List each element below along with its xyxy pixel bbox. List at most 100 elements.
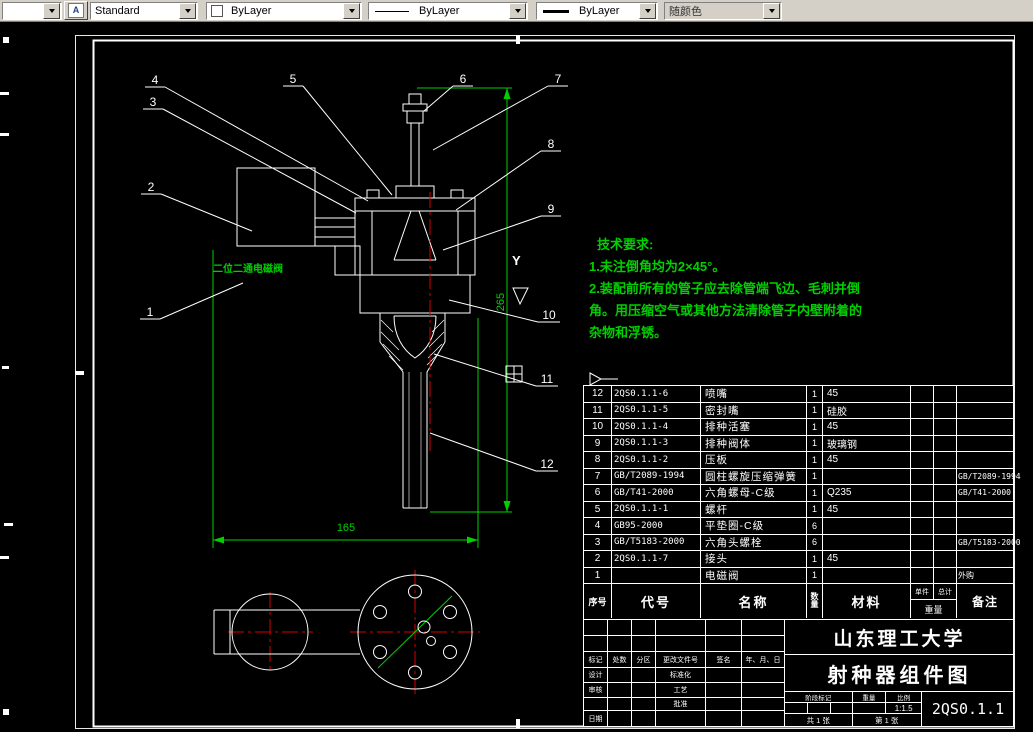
color-combo[interactable]: ByLayer [206, 2, 362, 20]
title-block: 标记 处数 分区 更改文件号 签名 年、月、日 设计 标准化 审核 工艺 批准 … [583, 620, 1014, 727]
bom-cell-unit [911, 551, 934, 567]
tech-req-line: 2.装配前所有的管子应去除管端飞边、毛刺并倒 [589, 281, 860, 296]
solenoid-valve-label: 二位二通电磁阀 [213, 264, 283, 275]
bom-cell-material: 45 [823, 551, 911, 567]
bom-cell-qty: 1 [807, 402, 823, 418]
bom-cell-name: 排种活塞 [701, 419, 807, 435]
bom-cell-material [823, 468, 911, 484]
bom-cell-code: GB/T2089-1994 [612, 468, 701, 484]
chevron-down-icon[interactable] [509, 3, 526, 19]
bom-cell-unit [911, 468, 934, 484]
bom-cell-qty: 1 [807, 501, 823, 517]
tb-label-sign: 签名 [706, 652, 742, 667]
bom-cell-material: 45 [823, 452, 911, 468]
tech-req-line: 角。用压缩空气或其他方法清除管子内壁附着的 [589, 303, 863, 318]
bom-cell-remark: GB/T2089-1994 [958, 471, 1021, 481]
chevron-down-icon[interactable] [639, 3, 656, 19]
bom-cell-unit [911, 501, 934, 517]
bom-row: 9 2QS0.1.1-3 排种阀体 1 玻璃钢 [584, 435, 1013, 452]
lineweight-value: ByLayer [579, 5, 620, 17]
chevron-down-icon[interactable] [343, 3, 360, 19]
text-style-icon: A [68, 3, 84, 18]
layer-combo[interactable] [2, 2, 62, 20]
chevron-down-icon[interactable] [179, 3, 196, 19]
tb-label-design: 设计 [584, 668, 608, 682]
tb-label-process: 工艺 [656, 683, 706, 697]
bom-cell-remark [957, 386, 1013, 402]
bom-cell-unit [911, 452, 934, 468]
bom-cell-remark [957, 518, 1013, 534]
chevron-down-icon [763, 3, 780, 19]
bom-cell-no: 7 [584, 468, 612, 484]
bom-row: 8 2QS0.1.1-2 压板 1 45 [584, 452, 1013, 469]
bom-cell-unit [911, 567, 934, 583]
bom-cell-code: 2QS0.1.1-6 [612, 386, 701, 402]
bom-cell-total [934, 419, 957, 435]
bom-cell-total [934, 501, 957, 517]
bom-row: 10 2QS0.1.1-4 排种活塞 1 45 [584, 419, 1013, 436]
bom-header-total-weight: 总计 [938, 588, 952, 596]
bom-cell-total [934, 534, 957, 550]
bom-cell-material [823, 518, 911, 534]
sheets-total: 共 1 张 [785, 714, 853, 726]
bom-cell-unit [911, 485, 934, 501]
bom-cell-no: 5 [584, 501, 612, 517]
bom-cell-remark [957, 452, 1013, 468]
stage-value-row: 1:1.5 [784, 703, 921, 714]
bom-cell-name: 六角螺母-C级 [701, 485, 807, 501]
tb-label-check: 审核 [584, 683, 608, 697]
bom-cell-qty: 6 [807, 534, 823, 550]
plotstyle-value: 随颜色 [669, 6, 702, 18]
bom-cell-qty: 1 [807, 567, 823, 583]
tb-label-zone: 分区 [632, 652, 656, 667]
text-style-combo[interactable]: Standard [90, 2, 198, 20]
bom-cell-name: 螺杆 [701, 501, 807, 517]
bom-cell-material: 45 [823, 501, 911, 517]
bom-cell-code: 2QS0.1.1-1 [612, 501, 701, 517]
bom-cell-total [934, 567, 957, 583]
bom-row: 11 2QS0.1.1-5 密封嘴 1 硅胶 [584, 402, 1013, 419]
bom-cell-remark [957, 502, 1013, 518]
bom-cell-remark: 外购 [958, 570, 974, 580]
sheet-number: 第 1 张 [875, 715, 899, 725]
chevron-down-icon[interactable] [43, 3, 60, 19]
linetype-sample-icon [375, 10, 409, 12]
tb-label-mark: 标记 [584, 652, 608, 667]
bom-row: 1 电磁阀 1 外购 [584, 567, 1013, 584]
bom-cell-qty: 1 [807, 551, 823, 567]
bom-cell-remark [957, 403, 1013, 419]
bom-cell-material [823, 567, 911, 583]
tech-req-title: 技术要求: [597, 237, 654, 252]
bom-cell-total [934, 452, 957, 468]
bom-cell-qty: 1 [807, 419, 823, 435]
bom-header-no: 序号 [584, 584, 612, 618]
bom-cell-code [612, 567, 701, 583]
application-window: A Standard ByLayer ByLayer ByLayer 随颜色 1… [0, 0, 1033, 732]
dimension-height-text: 265 [495, 292, 507, 312]
tb-label-scale: 比例 [897, 695, 911, 702]
bom-table: 12 2QS0.1.1-6 喷嘴 1 45 11 2QS0.1.1-5 密封嘴 1 硅胶 10 2QS… [583, 385, 1021, 620]
bom-cell-no: 6 [584, 485, 612, 501]
lineweight-combo[interactable]: ByLayer [536, 2, 658, 20]
bom-cell-code: GB/T41-2000 [612, 485, 701, 501]
bom-cell-total [934, 402, 957, 418]
bom-cell-name: 排种阀体 [701, 435, 807, 451]
bom-cell-no: 8 [584, 452, 612, 468]
tech-req-line: 1.未注倒角均为2×45°。 [589, 259, 726, 274]
color-swatch-icon [211, 5, 223, 17]
bom-cell-total [934, 435, 957, 451]
bom-cell-code: 2QS0.1.1-3 [612, 435, 701, 451]
linetype-combo[interactable]: ByLayer [368, 2, 528, 20]
bom-header-name: 名称 [701, 584, 807, 618]
bom-cell-unit [911, 518, 934, 534]
tb-label-stage: 阶段标记 [785, 692, 853, 702]
linetype-value: ByLayer [419, 5, 460, 17]
text-style-dialog-button[interactable]: A [64, 1, 88, 20]
bom-cell-code: GB95-2000 [612, 518, 701, 534]
bom-cell-unit [911, 402, 934, 418]
technical-requirements: 技术要求: 1.未注倒角均为2×45°。 2.装配前所有的管子应去除管端飞边、毛… [589, 234, 862, 344]
drawing-title: 射种器组件图 [784, 655, 1014, 692]
bom-cell-qty: 1 [807, 452, 823, 468]
bom-header-qty: 数量 [807, 584, 823, 618]
bom-cell-remark: GB/T5183-2000 [958, 537, 1021, 547]
